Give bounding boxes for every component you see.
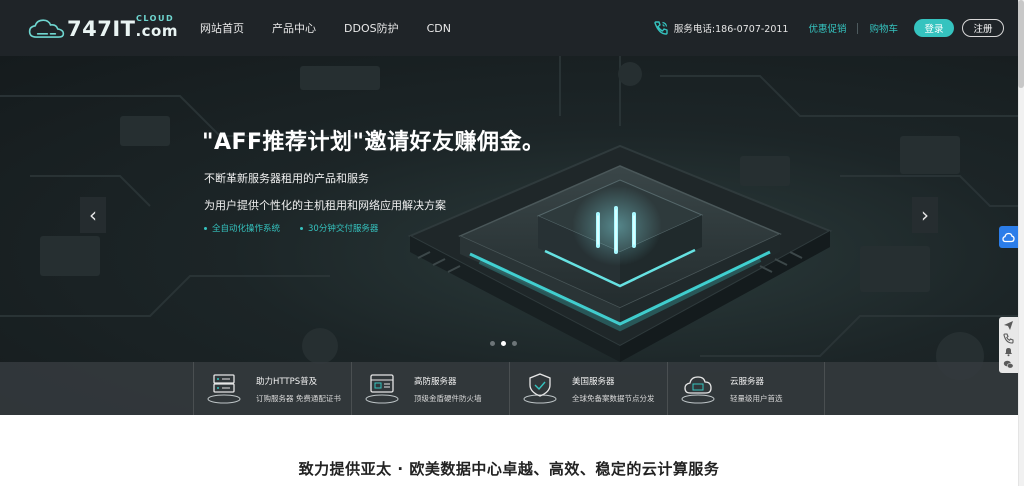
cloud-server-icon [681, 376, 715, 404]
feature-cloud-server[interactable]: 云服务器 轻量级用户首选 [667, 362, 825, 415]
cloud-icon [1002, 232, 1015, 242]
site-header: 747IT.com CLOUD 网站首页 产品中心 DDOS防护 CDN 服务电… [0, 0, 1018, 56]
logo-subtext: CLOUD [136, 14, 175, 23]
feature-list: 助力HTTPS普及 订购服务器 免费通配证书 高防服务器 顶级金盾硬件防火墙 美… [193, 362, 825, 415]
logo[interactable]: 747IT.com CLOUD [28, 12, 178, 46]
shield-icon [523, 373, 557, 404]
hero-feature-item: 全自动化操作系统 [204, 222, 280, 234]
feature-title: 云服务器 [730, 377, 765, 387]
firewall-server-icon [365, 374, 399, 404]
wechat-icon[interactable] [1003, 359, 1014, 370]
feature-us-server[interactable]: 美国服务器 全球免备案数据节点分发 [509, 362, 667, 415]
nav-ddos[interactable]: DDOS防护 [344, 20, 399, 36]
page: 747IT.com CLOUD 网站首页 产品中心 DDOS防护 CDN 服务电… [0, 0, 1024, 486]
side-cloud-button[interactable] [999, 226, 1018, 248]
feature-https[interactable]: 助力HTTPS普及 订购服务器 免费通配证书 [193, 362, 351, 415]
feature-title: 助力HTTPS普及 [256, 377, 318, 387]
feature-desc: 全球免备案数据节点分发 [572, 394, 655, 403]
carousel-dot-3[interactable] [512, 341, 517, 346]
logo-cloud-icon [28, 19, 65, 38]
ssl-certificate-icon [207, 374, 241, 404]
feature-desc: 顶级金盾硬件防火墙 [414, 394, 482, 403]
main-nav: 网站首页 产品中心 DDOS防护 CDN [200, 0, 479, 56]
bullet-dot [300, 226, 304, 230]
carousel-prev-button[interactable]: ‹ [80, 197, 106, 233]
side-toolbar [999, 317, 1018, 373]
bullet-dot [204, 226, 207, 230]
phone-icon [654, 21, 668, 35]
hero-subtitle-2: 为用户提供个性化的主机租用和网络应用解决方案 [204, 199, 446, 212]
page-scrollbar[interactable] [1018, 0, 1024, 486]
register-button[interactable]: 注册 [962, 19, 1004, 37]
hero-banner: "AFF推荐计划"邀请好友赚佣金。 不断革新服务器租用的产品和服务 为用户提供个… [0, 56, 1018, 415]
carousel-dot-2[interactable] [501, 341, 506, 346]
header-right: 服务电话:186-0707-2011 优惠促销 购物车 登录 注册 [653, 0, 1004, 56]
carousel-next-button[interactable]: › [912, 197, 938, 233]
hero-title: "AFF推荐计划"邀请好友赚佣金。 [202, 130, 545, 155]
promotions-link[interactable]: 优惠促销 [808, 21, 846, 35]
carousel-dot-1[interactable] [490, 341, 495, 346]
section-title: 致力提供亚太 · 欧美数据中心卓越、高效、稳定的云计算服务 [298, 460, 720, 478]
bell-icon[interactable] [1003, 346, 1014, 357]
hero-feature-item: 30分钟交付服务器 [300, 222, 378, 234]
phone-icon[interactable] [1003, 333, 1014, 344]
send-icon[interactable] [1003, 320, 1014, 331]
login-button[interactable]: 登录 [914, 19, 954, 37]
feature-title: 美国服务器 [572, 377, 615, 387]
feature-desc: 轻量级用户首选 [730, 394, 783, 403]
hero-subtitle-1: 不断革新服务器租用的产品和服务 [204, 172, 369, 185]
nav-cdn[interactable]: CDN [427, 22, 451, 35]
nav-home[interactable]: 网站首页 [200, 20, 244, 36]
feature-ddos-server[interactable]: 高防服务器 顶级金盾硬件防火墙 [351, 362, 509, 415]
hero-feature-list: 全自动化操作系统 30分钟交付服务器 [204, 222, 398, 234]
divider [857, 22, 859, 34]
service-phone: 服务电话:186-0707-2011 [673, 24, 789, 35]
scrollbar-thumb[interactable] [1018, 0, 1024, 88]
nav-products[interactable]: 产品中心 [272, 20, 316, 36]
cart-link[interactable]: 购物车 [869, 21, 898, 35]
feature-bar: 助力HTTPS普及 订购服务器 免费通配证书 高防服务器 顶级金盾硬件防火墙 美… [0, 362, 1018, 415]
feature-desc: 订购服务器 免费通配证书 [256, 394, 341, 403]
feature-title: 高防服务器 [414, 377, 457, 387]
carousel-dots [490, 341, 523, 346]
